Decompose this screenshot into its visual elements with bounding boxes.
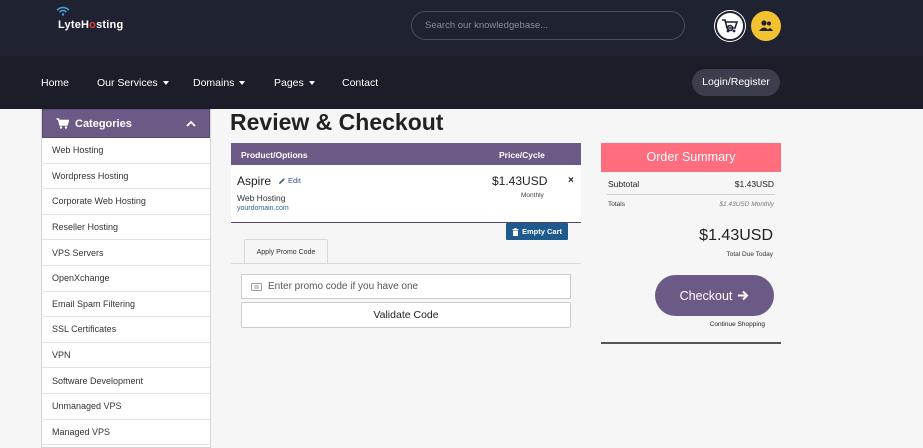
sidebar-item-vps-servers[interactable]: VPS Servers xyxy=(42,240,210,266)
trash-icon xyxy=(512,227,519,236)
logo-text: LyteHosting xyxy=(58,19,124,31)
login-register-button[interactable]: Login/Register xyxy=(692,69,780,96)
sidebar-item-wordpress-hosting[interactable]: Wordpress Hosting xyxy=(42,164,210,190)
users-icon xyxy=(759,20,773,31)
search-input[interactable]: Search our knowledgebase... xyxy=(411,11,685,40)
total-due-label: Total Due Today xyxy=(726,251,774,258)
empty-cart-button[interactable]: Empty Cart xyxy=(506,223,568,240)
product-price: $1.43USD xyxy=(492,174,548,188)
caret-down-icon xyxy=(308,81,315,85)
product-name: Aspire xyxy=(237,174,272,188)
top-header: LyteHosting Search our knowledgebase... … xyxy=(0,0,923,56)
column-header-price: Price/Cycle xyxy=(499,150,545,160)
subtotal-label: Subtotal xyxy=(608,179,640,189)
product-group: Web Hosting xyxy=(237,193,286,203)
sidebar-item-ssl-certificates[interactable]: SSL Certificates xyxy=(42,317,210,343)
validate-code-button[interactable]: Validate Code xyxy=(241,302,571,328)
chevron-up-icon[interactable] xyxy=(186,119,196,129)
column-header-product: Product/Options xyxy=(241,150,308,160)
subtotal-value: $1.43USD xyxy=(734,179,774,189)
total-due-amount: $1.43USD xyxy=(699,227,773,244)
cart-button[interactable]: 0 xyxy=(715,11,745,41)
wifi-icon xyxy=(56,6,70,16)
arrow-right-icon xyxy=(738,290,749,301)
caret-down-icon xyxy=(239,81,246,85)
sidebar-item-corporate-web-hosting[interactable]: Corporate Web Hosting xyxy=(42,189,210,215)
promo-code-input[interactable]: Enter promo code if you have one xyxy=(241,274,571,299)
ticket-icon xyxy=(251,282,262,291)
summary-divider xyxy=(607,194,775,195)
cart-count: 0 xyxy=(728,26,731,32)
checkout-button[interactable]: Checkout xyxy=(655,275,774,316)
categories-sidebar: Categories Web Hosting Wordpress Hosting… xyxy=(41,109,211,448)
order-summary-title: Order Summary xyxy=(601,143,781,172)
tab-divider xyxy=(231,263,581,264)
subtotal-row: Subtotal $1.43USD xyxy=(608,179,774,189)
nav-our-services[interactable]: Our Services xyxy=(97,76,169,90)
order-summary: Order Summary Subtotal $1.43USD Totals $… xyxy=(601,143,781,344)
cart-icon xyxy=(56,118,69,129)
cart-icon: 0 xyxy=(722,19,739,33)
totals-value: $1.43USD Monthly xyxy=(719,201,774,208)
account-button[interactable] xyxy=(751,11,781,41)
cart-table-header: Product/Options Price/Cycle xyxy=(231,143,581,165)
sidebar-item-software-development[interactable]: Software Development xyxy=(42,368,210,394)
nav-contact[interactable]: Contact xyxy=(342,76,378,90)
edit-product-link[interactable]: Edit xyxy=(278,176,301,185)
totals-label: Totals xyxy=(608,201,625,208)
sidebar-item-email-spam-filtering[interactable]: Email Spam Filtering xyxy=(42,292,210,318)
tab-apply-promo-code[interactable]: Apply Promo Code xyxy=(244,239,328,264)
nav-domains[interactable]: Domains xyxy=(193,76,246,90)
product-domain: yourdomain.com xyxy=(237,205,289,212)
remove-item-button[interactable]: × xyxy=(568,175,574,186)
continue-shopping-link[interactable]: Continue Shopping xyxy=(601,321,765,328)
sidebar-item-managed-vps[interactable]: Managed VPS xyxy=(42,420,210,446)
product-cycle: Monthly xyxy=(521,192,544,199)
pencil-icon xyxy=(279,177,285,184)
cart-table: Product/Options Price/Cycle Aspire Edit … xyxy=(231,143,581,223)
sidebar-item-web-hosting[interactable]: Web Hosting xyxy=(42,138,210,164)
sidebar-item-reseller-hosting[interactable]: Reseller Hosting xyxy=(42,215,210,241)
page-title: Review & Checkout xyxy=(230,109,444,135)
sidebar-item-openxchange[interactable]: OpenXchange xyxy=(42,266,210,292)
totals-row: Totals $1.43USD Monthly xyxy=(608,201,774,208)
site-logo[interactable]: LyteHosting xyxy=(56,6,124,36)
sidebar-item-vpn[interactable]: VPN xyxy=(42,343,210,369)
categories-title: Categories xyxy=(75,117,132,130)
caret-down-icon xyxy=(162,81,169,85)
categories-header[interactable]: Categories xyxy=(42,109,210,138)
nav-pages[interactable]: Pages xyxy=(274,76,315,90)
nav-home[interactable]: Home xyxy=(41,76,69,90)
sidebar-item-unmanaged-vps[interactable]: Unmanaged VPS xyxy=(42,394,210,420)
